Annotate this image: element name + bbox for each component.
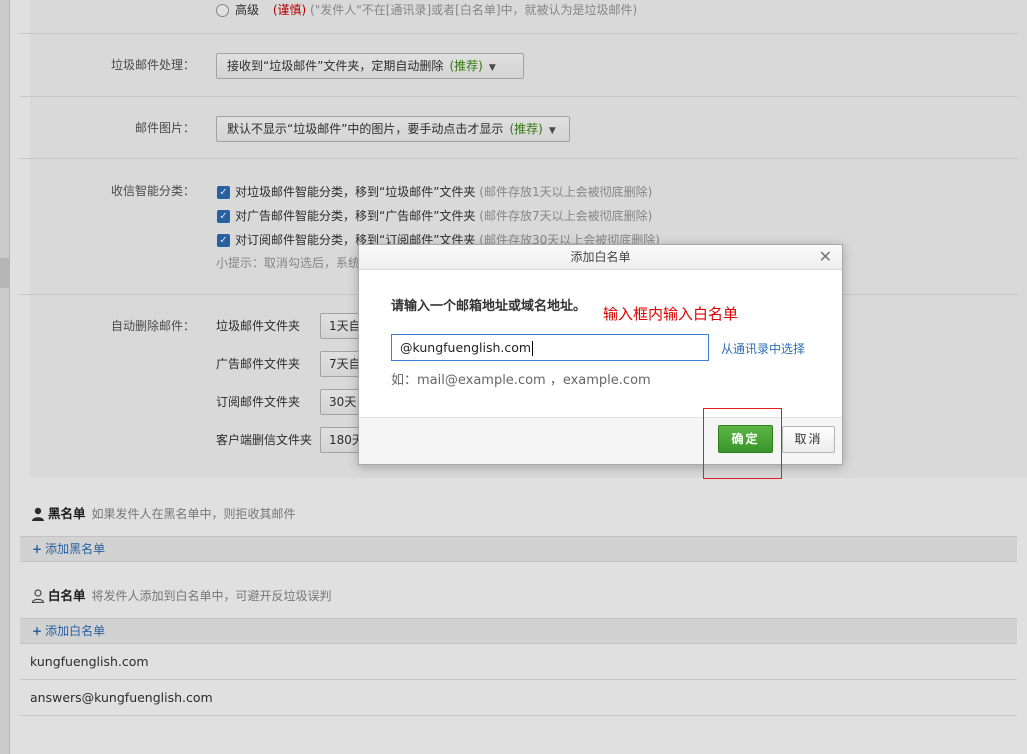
dialog-prompt: 请输入一个邮箱地址或域名地址。 <box>391 299 587 314</box>
text-caret <box>532 341 534 356</box>
cancel-button[interactable]: 取消 <box>782 426 835 453</box>
email-input[interactable]: @kungfuenglish.com <box>391 334 709 361</box>
pick-from-contacts-link[interactable]: 从通讯录中选择 <box>721 340 805 357</box>
annotation-highlight-box <box>703 408 782 479</box>
dialog-title: 添加白名单 <box>570 250 631 264</box>
input-example: 如：mail@example.com ，example.com <box>391 373 651 388</box>
annotation-text: 输入框内输入白名单 <box>603 305 739 323</box>
dialog-header: 添加白名单 ✕ <box>359 245 842 270</box>
close-icon[interactable]: ✕ <box>819 245 832 269</box>
